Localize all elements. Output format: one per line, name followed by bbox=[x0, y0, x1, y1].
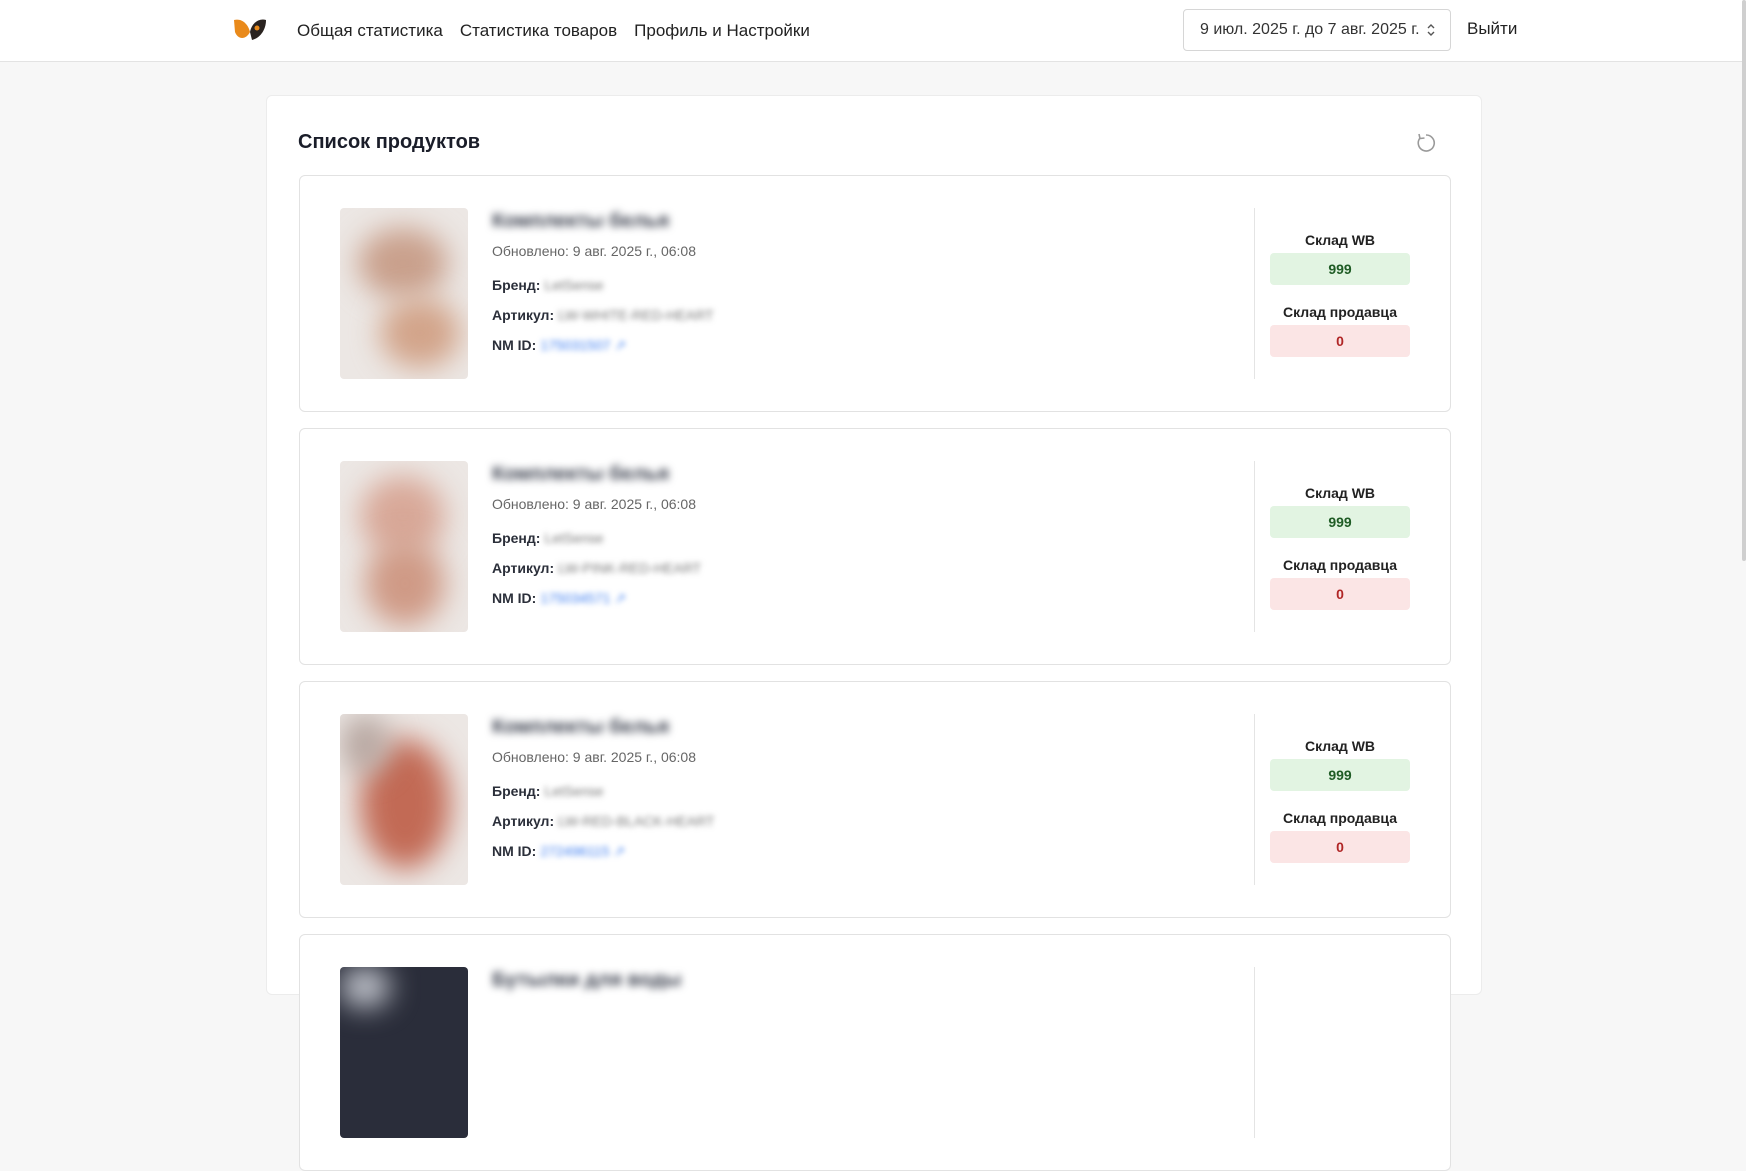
brand-value: LetSense bbox=[544, 783, 604, 799]
stock-seller-value: 0 bbox=[1270, 578, 1410, 610]
article-value: LW-RED-BLACK-HEART bbox=[558, 813, 715, 829]
stock-wb-value: 999 bbox=[1270, 759, 1410, 791]
nm-id-label: NM ID: bbox=[492, 843, 537, 859]
product-article: Артикул: LW-RED-BLACK-HEART bbox=[492, 813, 714, 829]
nm-id-label: NM ID: bbox=[492, 337, 537, 353]
article-value: LW-WHITE-RED-HEART bbox=[558, 307, 714, 323]
nav-overall-stats[interactable]: Общая статистика bbox=[297, 21, 443, 41]
divider bbox=[1254, 208, 1255, 379]
product-nm-id: NM ID: 175034571 ↗ bbox=[492, 590, 626, 607]
nav-product-stats[interactable]: Статистика товаров bbox=[460, 21, 617, 41]
product-updated: Обновлено: 9 авг. 2025 г., 06:08 bbox=[492, 243, 697, 259]
chevron-up-down-icon bbox=[1427, 24, 1435, 36]
nm-id-link[interactable]: 272496115 ↗ bbox=[540, 843, 625, 859]
nm-id-link[interactable]: 175031507 ↗ bbox=[540, 337, 626, 353]
stock-seller-label: Склад продавца bbox=[1283, 557, 1397, 573]
brand-label: Бренд: bbox=[492, 783, 541, 799]
product-card[interactable]: Комплекты белья Обновлено: 9 авг. 2025 г… bbox=[299, 681, 1451, 918]
product-card[interactable]: Комплекты белья Обновлено: 9 авг. 2025 г… bbox=[299, 175, 1451, 412]
logout-button[interactable]: Выйти bbox=[1467, 19, 1517, 39]
brand-label: Бренд: bbox=[492, 277, 541, 293]
brand-value: LetSense bbox=[544, 530, 604, 546]
product-list-panel: Список продуктов Комплекты белья Обновле… bbox=[266, 95, 1482, 1171]
brand-label: Бренд: bbox=[492, 530, 541, 546]
nm-id-label: NM ID: bbox=[492, 590, 537, 606]
page-scrollbar[interactable] bbox=[1742, 0, 1746, 561]
stock-wb-label: Склад WB bbox=[1304, 738, 1376, 754]
logo-icon[interactable] bbox=[232, 16, 268, 44]
product-image bbox=[340, 208, 468, 379]
product-nm-id: NM ID: 175031507 ↗ bbox=[492, 337, 626, 354]
product-nm-id: NM ID: 272496115 ↗ bbox=[492, 843, 625, 860]
stock-wb-label: Склад WB bbox=[1304, 485, 1376, 501]
product-article: Артикул: LW-WHITE-RED-HEART bbox=[492, 307, 714, 323]
product-card[interactable]: Комплекты белья Обновлено: 9 авг. 2025 г… bbox=[299, 428, 1451, 665]
stock-seller-label: Склад продавца bbox=[1283, 304, 1397, 320]
stock-seller-value: 0 bbox=[1270, 831, 1410, 863]
main-nav: Общая статистика Статистика товаров Проф… bbox=[297, 0, 810, 62]
product-brand: Бренд: LetSense bbox=[492, 783, 604, 799]
divider bbox=[1254, 461, 1255, 632]
date-range-select[interactable]: 9 июл. 2025 г. до 7 авг. 2025 г. bbox=[1183, 9, 1451, 51]
article-value: LW-PINK-RED-HEART bbox=[558, 560, 702, 576]
stock-wb-label: Склад WB bbox=[1304, 232, 1376, 248]
stock-wb-value: 999 bbox=[1270, 506, 1410, 538]
stock-wb-value: 999 bbox=[1270, 253, 1410, 285]
product-name: Комплекты белья bbox=[492, 716, 670, 738]
product-image bbox=[340, 461, 468, 632]
product-card[interactable]: Бутылки для воды bbox=[299, 934, 1451, 1171]
stock-seller-label: Склад продавца bbox=[1283, 810, 1397, 826]
page-title: Список продуктов bbox=[298, 131, 481, 153]
product-name: Комплекты белья bbox=[492, 463, 670, 485]
article-label: Артикул: bbox=[492, 307, 555, 323]
product-brand: Бренд: LetSense bbox=[492, 530, 604, 546]
nav-profile-settings[interactable]: Профиль и Настройки bbox=[634, 21, 810, 41]
product-updated: Обновлено: 9 авг. 2025 г., 06:08 bbox=[492, 749, 697, 765]
product-article: Артикул: LW-PINK-RED-HEART bbox=[492, 560, 701, 576]
nm-id-link[interactable]: 175034571 ↗ bbox=[540, 590, 626, 606]
brand-value: LetSense bbox=[544, 277, 604, 293]
stock-seller-value: 0 bbox=[1270, 325, 1410, 357]
divider bbox=[1254, 967, 1255, 1138]
date-range-value: 9 июл. 2025 г. до 7 авг. 2025 г. bbox=[1200, 21, 1420, 38]
article-label: Артикул: bbox=[492, 560, 555, 576]
product-updated: Обновлено: 9 авг. 2025 г., 06:08 bbox=[492, 496, 697, 512]
product-image bbox=[340, 967, 468, 1138]
top-header: Общая статистика Статистика товаров Проф… bbox=[0, 0, 1746, 62]
product-name: Комплекты белья bbox=[492, 210, 670, 232]
divider bbox=[1254, 714, 1255, 885]
product-brand: Бренд: LetSense bbox=[492, 277, 604, 293]
refresh-icon[interactable] bbox=[1415, 132, 1437, 154]
article-label: Артикул: bbox=[492, 813, 555, 829]
product-image bbox=[340, 714, 468, 885]
